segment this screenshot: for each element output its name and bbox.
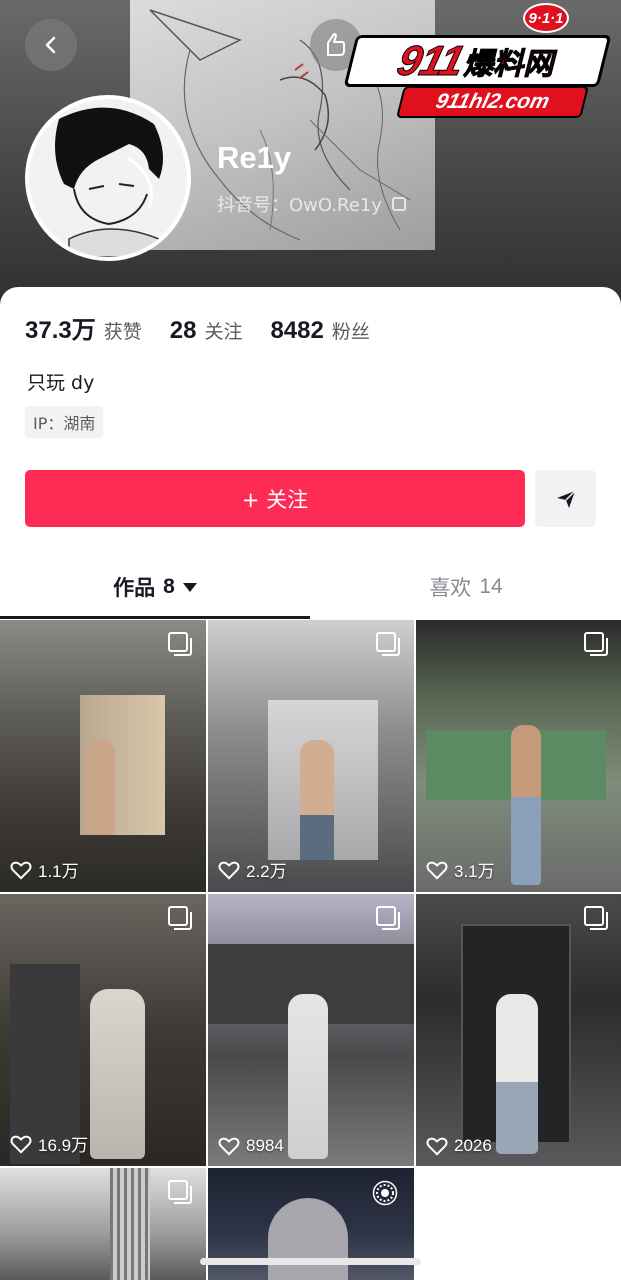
like-count: 2026 [426, 1136, 492, 1156]
video-thumbnail[interactable]: 2.2万 [208, 620, 414, 892]
stat-value: 28 [169, 317, 197, 344]
like-count-text: 8984 [246, 1136, 284, 1155]
heart-icon [218, 861, 240, 880]
video-thumbnail[interactable]: 16.9万 [0, 894, 206, 1166]
video-thumbnail[interactable]: 3.1万 [416, 620, 621, 892]
watermark-main: 911 爆料网 [343, 35, 612, 87]
stat-label: 获赞 [103, 321, 142, 343]
multi-image-icon [584, 906, 608, 930]
heart-icon [426, 1137, 448, 1156]
tab-works[interactable]: 作品 8 [0, 555, 310, 619]
video-thumbnail[interactable]: 2026 [416, 894, 621, 1166]
chevron-left-icon [45, 36, 56, 54]
like-count-text: 2.2万 [246, 862, 287, 881]
multi-image-icon [168, 906, 192, 930]
tab-likes[interactable]: 喜欢 14 [311, 555, 621, 619]
watermark-url: 911hl2.com [396, 86, 589, 118]
live-icon [372, 1180, 398, 1206]
caret-down-icon [182, 582, 197, 592]
watermark-logo: 9·1·1 911 爆料网 911hl2.com [343, 0, 615, 125]
watermark-text: 爆料网 [461, 47, 561, 83]
tab-active-indicator [0, 616, 310, 619]
share-button[interactable] [535, 470, 596, 527]
heart-icon [10, 1135, 32, 1154]
tab-label: 作品 [113, 576, 156, 600]
heart-icon [10, 861, 32, 880]
multi-image-icon [168, 632, 192, 656]
stat-value: 37.3万 [25, 317, 96, 344]
profile-header: 9·1·1 911 爆料网 911hl2.com Re1y 抖音号：OwO.Re… [0, 0, 621, 310]
heart-icon [426, 861, 448, 880]
bio-text: 只玩 dy [27, 372, 95, 394]
stats-row: 37.3万 获赞 28 关注 8482 粉丝 [25, 310, 398, 345]
stat-followers[interactable]: 8482 粉丝 [270, 317, 369, 345]
watermark-number: 911 [392, 37, 469, 85]
multi-image-icon [376, 632, 400, 656]
ip-location-tag: IP：湖南 [25, 406, 104, 438]
video-thumbnail[interactable]: 1.1万 [0, 620, 206, 892]
multi-image-icon [376, 906, 400, 930]
like-count-text: 16.9万 [38, 1136, 89, 1155]
home-indicator[interactable] [200, 1258, 421, 1265]
stat-label: 粉丝 [331, 321, 370, 343]
douyin-id[interactable]: 抖音号：OwO.Re1y [217, 191, 406, 217]
like-count: 1.1万 [10, 857, 79, 882]
tab-count: 14 [479, 575, 503, 598]
username: Re1y [217, 140, 292, 175]
tab-label: 喜欢 [429, 576, 472, 600]
like-count-text: 1.1万 [38, 862, 79, 881]
tab-count: 8 [163, 575, 175, 598]
back-button[interactable] [25, 19, 77, 71]
send-icon [556, 489, 576, 508]
heart-icon [218, 1137, 240, 1156]
like-count: 16.9万 [10, 1131, 88, 1156]
like-count: 3.1万 [426, 857, 495, 882]
like-count-text: 2026 [454, 1136, 492, 1155]
multi-image-icon [168, 1180, 192, 1204]
video-thumbnail[interactable]: 8984 [208, 894, 414, 1166]
like-count: 2.2万 [218, 857, 287, 882]
copy-icon[interactable] [391, 197, 406, 211]
avatar[interactable] [25, 95, 191, 261]
douyin-id-text: 抖音号：OwO.Re1y [217, 195, 382, 216]
video-thumbnail[interactable] [0, 1168, 206, 1280]
stat-likes[interactable]: 37.3万 获赞 [25, 310, 142, 345]
content-tabs: 作品 8 喜欢 14 [0, 555, 621, 619]
stat-following[interactable]: 28 关注 [170, 317, 243, 345]
follow-button[interactable]: + 关注 [25, 470, 525, 527]
stat-label: 关注 [204, 321, 243, 343]
like-count-text: 3.1万 [454, 862, 495, 881]
multi-image-icon [584, 632, 608, 656]
like-count: 8984 [218, 1136, 284, 1156]
watermark-badge: 9·1·1 [523, 3, 569, 33]
stat-value: 8482 [270, 317, 324, 344]
